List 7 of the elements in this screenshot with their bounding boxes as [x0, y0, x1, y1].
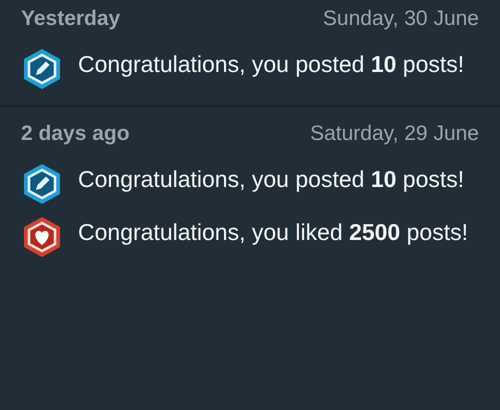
notification-text: Congratulations, you posted 10 posts! [78, 50, 466, 79]
full-date: Saturday, 29 June [310, 121, 479, 148]
full-date: Sunday, 30 June [322, 6, 479, 32]
notification-text: Congratulations, you liked 2500 posts! [78, 218, 469, 247]
relative-date: Yesterday [21, 6, 120, 32]
relative-date: 2 days ago [21, 121, 130, 148]
notification-text: Congratulations, you posted 10 posts! [78, 165, 466, 194]
